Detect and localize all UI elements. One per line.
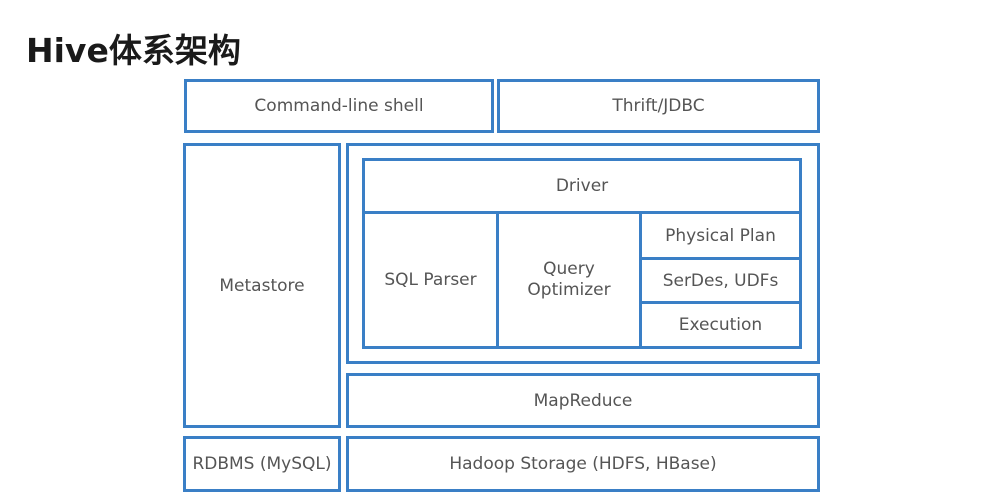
physical-plan-label: Physical Plan xyxy=(665,225,776,246)
thrift-jdbc-box: Thrift/JDBC xyxy=(497,79,820,133)
sql-parser-box: SQL Parser xyxy=(362,211,499,349)
metastore-label: Metastore xyxy=(219,275,305,296)
metastore-box: Metastore xyxy=(183,143,341,428)
serdes-udfs-box: SerDes, UDFs xyxy=(639,257,802,304)
thrift-jdbc-label: Thrift/JDBC xyxy=(612,96,705,116)
sql-parser-label: SQL Parser xyxy=(384,270,477,290)
command-line-shell-label: Command-line shell xyxy=(254,96,424,116)
hadoop-storage-label: Hadoop Storage (HDFS, HBase) xyxy=(449,454,717,474)
serdes-udfs-label: SerDes, UDFs xyxy=(662,270,779,291)
driver-box: Driver xyxy=(362,158,802,214)
command-line-shell-box: Command-line shell xyxy=(184,79,494,133)
execution-label: Execution xyxy=(678,315,763,335)
rdbms-box: RDBMS (MySQL) xyxy=(183,436,341,492)
query-optimizer-label: Query Optimizer xyxy=(527,259,611,300)
mapreduce-box: MapReduce xyxy=(346,373,820,428)
page-title: Hive体系架构 xyxy=(26,31,241,70)
physical-plan-box: Physical Plan xyxy=(639,211,802,260)
hadoop-storage-box: Hadoop Storage (HDFS, HBase) xyxy=(346,436,820,492)
rdbms-label: RDBMS (MySQL) xyxy=(192,454,332,474)
execution-box: Execution xyxy=(639,301,802,349)
mapreduce-label: MapReduce xyxy=(533,390,633,411)
query-optimizer-box: Query Optimizer xyxy=(496,211,642,349)
driver-label: Driver xyxy=(555,176,609,196)
